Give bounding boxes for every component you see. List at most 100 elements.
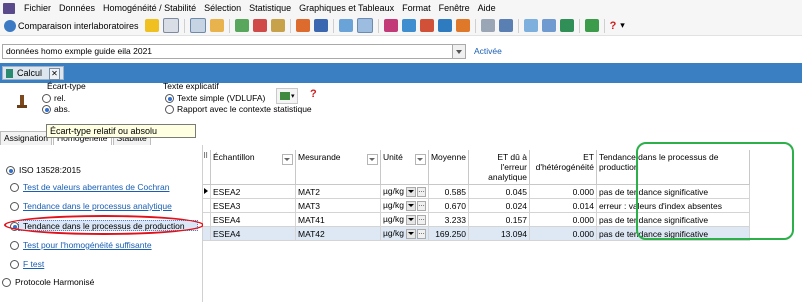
cochran-option[interactable]: Test de valeurs aberrantes de Cochran: [10, 182, 169, 193]
radio-selected-icon[interactable]: [165, 94, 174, 104]
menu-aide[interactable]: Aide: [474, 3, 500, 13]
grid-icon[interactable]: [162, 18, 179, 33]
menu-statistique[interactable]: Statistique: [245, 3, 295, 13]
radio-icon[interactable]: [10, 183, 19, 193]
radio-icon[interactable]: [2, 278, 11, 288]
cell-et-erreur[interactable]: 13.094: [468, 226, 530, 241]
chart-scatter-icon[interactable]: [541, 19, 556, 32]
tendance-analytique-option[interactable]: Tendance dans le processus analytique: [10, 201, 172, 212]
help-icon[interactable]: ?: [310, 88, 317, 100]
cell-mesurande[interactable]: MAT41: [295, 212, 381, 227]
table-red-icon[interactable]: [252, 19, 267, 32]
radio-icon[interactable]: [10, 202, 19, 212]
radio-icon[interactable]: [10, 260, 19, 270]
report-icon[interactable]: [383, 19, 398, 32]
ellipsis-button[interactable]: …: [416, 214, 426, 225]
menu-format[interactable]: Format: [398, 3, 435, 13]
tab-assignation[interactable]: Assignation: [0, 131, 52, 145]
col-et-heterogeneite[interactable]: ET d'hétérogénéité: [529, 150, 597, 185]
cell-moyenne[interactable]: 3.233: [428, 212, 469, 227]
filter-dropdown-icon[interactable]: [367, 154, 378, 165]
chart-options-button[interactable]: ▾: [276, 88, 298, 104]
help-icon[interactable]: ?: [610, 20, 617, 32]
cell-et-heterogeneite[interactable]: 0.000: [529, 184, 597, 199]
radio-selected-icon[interactable]: [6, 166, 15, 176]
toolbar-overflow-icon[interactable]: ▾: [620, 20, 625, 31]
cell-unite[interactable]: µg/kg…: [380, 212, 429, 227]
cell-mesurande[interactable]: MAT3: [295, 198, 381, 213]
radio-icon[interactable]: [42, 94, 51, 104]
cell-moyenne[interactable]: 169.250: [428, 226, 469, 241]
link-icon[interactable]: [209, 19, 224, 32]
menu-graphiques[interactable]: Graphiques et Tableaux: [295, 3, 398, 13]
rapport-option[interactable]: Rapport avec le contexte statistique: [165, 104, 312, 115]
menu-fenetre[interactable]: Fenêtre: [435, 3, 474, 13]
cell-et-erreur[interactable]: 0.024: [468, 198, 530, 213]
menu-donnees[interactable]: Données: [55, 3, 99, 13]
cell-moyenne[interactable]: 0.585: [428, 184, 469, 199]
report-blue-icon[interactable]: [401, 19, 416, 32]
window-icon[interactable]: [480, 19, 495, 32]
chart-icon[interactable]: [338, 19, 353, 32]
col-unite[interactable]: Unité: [380, 150, 429, 185]
cell-et-erreur[interactable]: 0.157: [468, 212, 530, 227]
cell-unite[interactable]: µg/kg…: [380, 198, 429, 213]
document-icon[interactable]: [189, 18, 206, 33]
tab-calcul[interactable]: Calcul ✕: [2, 66, 64, 80]
cell-echantillon[interactable]: ESEA2: [210, 184, 296, 199]
people-icon[interactable]: [295, 19, 310, 32]
cell-et-heterogeneite[interactable]: 0.000: [529, 226, 597, 241]
cell-et-heterogeneite[interactable]: 0.014: [529, 198, 597, 213]
ecart-type-abs-option[interactable]: abs.: [42, 104, 70, 115]
people-search-icon[interactable]: [313, 19, 328, 32]
dataset-dropdown-icon[interactable]: [452, 44, 466, 59]
cell-echantillon[interactable]: ESEA3: [210, 198, 296, 213]
dropdown-icon[interactable]: [405, 228, 416, 239]
bar-chart-icon[interactable]: [455, 19, 470, 32]
stats-icon[interactable]: [584, 19, 599, 32]
dropdown-icon[interactable]: [405, 214, 416, 225]
chart-line-icon[interactable]: [523, 19, 538, 32]
dropdown-icon[interactable]: [405, 186, 416, 197]
folder-icon[interactable]: [144, 19, 159, 32]
col-moyenne[interactable]: Moyenne: [428, 150, 469, 185]
ellipsis-button[interactable]: …: [416, 186, 426, 197]
cell-moyenne[interactable]: 0.670: [428, 198, 469, 213]
filter-dropdown-icon[interactable]: [414, 154, 426, 165]
print-icon[interactable]: [419, 19, 434, 32]
f-test-option[interactable]: F test: [10, 259, 44, 270]
cell-et-erreur[interactable]: 0.045: [468, 184, 530, 199]
close-icon[interactable]: ✕: [49, 68, 60, 80]
col-echantillon[interactable]: Échantillon: [210, 150, 296, 185]
cell-mesurande[interactable]: MAT2: [295, 184, 381, 199]
window-stack-icon[interactable]: [498, 19, 513, 32]
ellipsis-button[interactable]: …: [416, 200, 426, 211]
radio-selected-icon[interactable]: [42, 105, 51, 115]
radio-icon[interactable]: [165, 105, 174, 115]
protocole-option[interactable]: Protocole Harmonisé: [2, 277, 94, 288]
ellipsis-button[interactable]: …: [416, 228, 426, 239]
texte-simple-option[interactable]: Texte simple (VDLUFA): [165, 93, 265, 104]
iso-option[interactable]: ISO 13528:2015: [6, 165, 81, 176]
menu-homogeneite[interactable]: Homogénéité / Stabilité: [99, 3, 200, 13]
cell-unite[interactable]: µg/kg…: [380, 226, 429, 241]
homogeneite-suffisante-option[interactable]: Test pour l'homogénéité suffisante: [10, 240, 152, 251]
table-edit-icon[interactable]: [270, 19, 285, 32]
cell-echantillon[interactable]: ESEA4: [210, 212, 296, 227]
table-green-icon[interactable]: [234, 19, 249, 32]
menu-selection[interactable]: Sélection: [200, 3, 245, 13]
dropdown-icon[interactable]: [405, 200, 416, 211]
menu-fichier[interactable]: Fichier: [20, 3, 55, 13]
col-mesurande[interactable]: Mesurande: [295, 150, 381, 185]
col-et-erreur[interactable]: ET dû à l'erreur analytique: [468, 150, 530, 185]
cell-et-heterogeneite[interactable]: 0.000: [529, 212, 597, 227]
filter-dropdown-icon[interactable]: [282, 154, 293, 165]
cell-mesurande[interactable]: MAT42: [295, 226, 381, 241]
cell-echantillon[interactable]: ESEA4: [210, 226, 296, 241]
radio-icon[interactable]: [10, 241, 19, 251]
ecart-type-rel-option[interactable]: rel.: [42, 93, 66, 104]
cell-unite[interactable]: µg/kg…: [380, 184, 429, 199]
chart-bar-green-icon[interactable]: [559, 19, 574, 32]
export-icon[interactable]: [356, 18, 373, 33]
save-icon[interactable]: [437, 19, 452, 32]
